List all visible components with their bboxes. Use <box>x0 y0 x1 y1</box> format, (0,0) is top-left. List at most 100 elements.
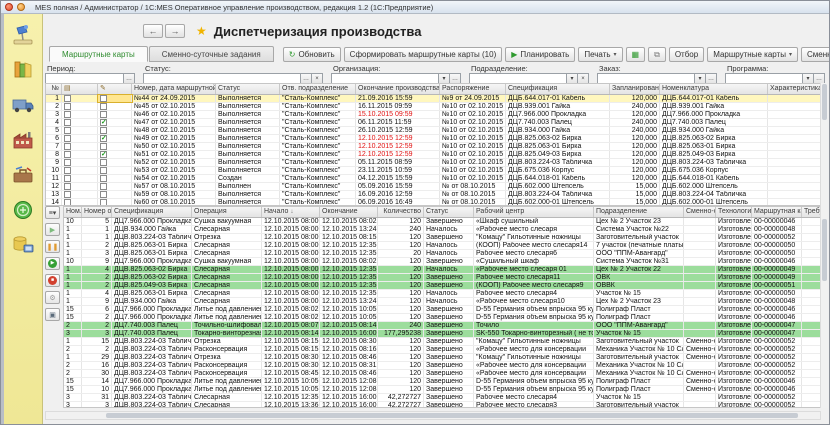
column-header[interactable]: Ном... <box>64 207 82 217</box>
table-cell[interactable] <box>98 175 132 182</box>
horizontal-scrollbar[interactable] <box>45 411 821 420</box>
table-cell[interactable] <box>98 103 132 110</box>
row-checkbox[interactable] <box>100 159 107 166</box>
scrollbar-thumb[interactable] <box>822 219 827 281</box>
ops-resume-button[interactable]: ▶ <box>45 257 60 270</box>
favorite-star-icon[interactable]: ★ <box>196 24 207 38</box>
row-checkbox[interactable] <box>100 183 107 190</box>
section-logistics-truck-icon[interactable] <box>10 94 36 116</box>
row-checkbox[interactable] <box>64 151 71 158</box>
route-cards-menu-button[interactable]: Маршрутные карты ▾ <box>707 47 798 62</box>
ops-pause-button[interactable]: ❚❚ <box>45 240 60 253</box>
column-header[interactable]: Статус <box>216 84 280 94</box>
row-checkbox[interactable] <box>64 127 71 134</box>
table-row[interactable]: 230ДЦВ.803.224-03 ТабличкаРасконсервация… <box>64 370 820 378</box>
section-finance-coin-icon[interactable] <box>10 199 36 221</box>
table-row[interactable]: 5№48 от 02.10.2015Выполняется"Сталь-Комп… <box>46 127 820 135</box>
column-header[interactable]: Требует ОТ <box>802 207 821 217</box>
table-row[interactable]: 12ДЦВ.825.049-03 БиркаСлесарная12.10.201… <box>64 282 820 290</box>
column-header[interactable]: Окончание производства <box>356 84 440 94</box>
table-row[interactable]: 6✓№49 от 02.10.2015Выполняется"Сталь-Ком… <box>46 135 820 143</box>
table-row[interactable]: 129ДЦВ.803.224-03 ТабличкаОтрезка12.10.2… <box>64 354 820 362</box>
row-checkbox[interactable] <box>64 191 71 198</box>
row-checkbox[interactable] <box>100 167 107 174</box>
section-toolbox-icon[interactable] <box>10 164 36 186</box>
scrollbar-thumb[interactable] <box>106 413 798 418</box>
row-checkbox[interactable]: ✓ <box>100 135 107 142</box>
table-row[interactable]: 3№46 от 02.10.2015Выполняется"Сталь-Комп… <box>46 111 820 119</box>
column-header[interactable]: Номенклатура <box>660 84 768 94</box>
table-row[interactable]: 11ДЦВ.803.224-03 ТабличкаОтрезка12.10.20… <box>64 234 820 242</box>
column-header[interactable]: Спецификация <box>506 84 610 94</box>
ops-list-settings-button[interactable]: ≡▾ <box>45 206 60 219</box>
column-header[interactable]: Сменно-сут... <box>684 207 716 217</box>
table-row[interactable]: 11ДЦВ.934.000 ГайкаСлесарная12.10.2015 0… <box>64 226 820 234</box>
table-row[interactable]: 1514ДЦ7.966.000 ПрокладкаЛитье под давле… <box>64 378 820 386</box>
row-checkbox[interactable] <box>64 167 71 174</box>
table-cell[interactable] <box>62 167 98 174</box>
section-documents-icon[interactable] <box>10 59 36 81</box>
row-checkbox[interactable]: ✓ <box>100 151 107 158</box>
table-row[interactable]: 2№45 от 02.10.2015Выполняется"Сталь-Комп… <box>46 103 820 111</box>
row-checkbox[interactable] <box>64 111 71 118</box>
table-cell[interactable] <box>62 183 98 190</box>
table-row[interactable]: 19ДЦВ.934.000 ГайкаСлесарная12.10.2015 0… <box>64 298 820 306</box>
row-checkbox[interactable] <box>100 191 107 198</box>
copy-button[interactable]: ⧉ <box>648 47 666 62</box>
table-row[interactable]: 11№54 от 02.10.2015Создан"Сталь-Комплекс… <box>46 175 820 183</box>
table-cell[interactable] <box>98 167 132 174</box>
table-cell[interactable] <box>98 191 132 198</box>
column-header[interactable]: Рабочий центр <box>474 207 594 217</box>
table-row[interactable]: 12ДЦВ.825.063-01 БиркаСлесарная12.10.201… <box>64 242 820 250</box>
refresh-button[interactable]: ↻ Обновить <box>283 47 341 62</box>
column-header[interactable]: Маршрутная ка... <box>752 207 802 217</box>
table-row[interactable]: 13№59 от 08.10.2015Выполняется"Сталь-Ком… <box>46 191 820 199</box>
row-checkbox[interactable] <box>64 175 71 182</box>
tab-shift-tasks[interactable]: Сменно-суточные задания <box>149 46 274 62</box>
table-cell[interactable] <box>62 199 98 206</box>
record-orange-button[interactable] <box>17 3 25 11</box>
table-cell[interactable] <box>62 119 98 126</box>
table-row[interactable]: 152ДЦ7.966.000 ПрокладкаЛитье под давлен… <box>64 314 820 322</box>
column-header[interactable]: Распоряжение <box>440 84 506 94</box>
back-button[interactable]: ← <box>143 24 163 38</box>
table-cell[interactable] <box>98 199 132 206</box>
table-row[interactable]: 109ДЦ7.966.000 ПрокладкаСушка вакуумная1… <box>64 258 820 266</box>
table-cell[interactable] <box>98 127 132 134</box>
ops-mark-button[interactable]: ▣ <box>45 308 60 321</box>
table-row[interactable]: 33ДЦВ.803.224-03 ТабличкаСлесарная12.10.… <box>64 402 820 408</box>
row-checkbox[interactable] <box>100 199 107 206</box>
table-row[interactable]: 105ДЦ7.966.000 ПрокладкаСушка вакуумная1… <box>64 218 820 226</box>
column-header[interactable]: Операция <box>192 207 262 217</box>
row-checkbox[interactable] <box>64 119 71 126</box>
export-button[interactable]: ▦ <box>626 47 646 62</box>
column-header[interactable]: Спецификация <box>112 207 192 217</box>
table-row[interactable]: 9№52 от 02.10.2015Выполняется"Сталь-Комп… <box>46 159 820 167</box>
table-cell[interactable] <box>62 135 98 142</box>
column-header-doc-icon[interactable]: ▤ <box>62 84 98 94</box>
table-row[interactable]: 1№44 от 24.09.2015Выполняется"Сталь-Комп… <box>46 95 820 103</box>
column-header[interactable]: Технологиче... <box>716 207 752 217</box>
table-cell[interactable] <box>62 175 98 182</box>
row-checkbox[interactable] <box>100 127 107 134</box>
row-checkbox[interactable] <box>64 159 71 166</box>
table-cell[interactable] <box>62 111 98 118</box>
column-header[interactable]: Подразделение <box>594 207 684 217</box>
table-cell[interactable] <box>62 159 98 166</box>
table-cell[interactable]: ✓ <box>98 135 132 142</box>
ops-start-button[interactable]: ▶ <box>45 223 60 236</box>
table-cell[interactable] <box>98 159 132 166</box>
table-cell[interactable] <box>62 103 98 110</box>
table-cell[interactable] <box>98 183 132 190</box>
section-database-icon[interactable] <box>10 234 36 256</box>
section-factory-icon[interactable] <box>10 129 36 151</box>
table-row[interactable]: 10№53 от 02.10.2015Выполняется"Сталь-Ком… <box>46 167 820 175</box>
table-row[interactable]: 216ДЦВ.803.224-03 ТабличкаРасконсервация… <box>64 362 820 370</box>
table-row[interactable]: 13ДЦВ.825.063-01 БиркаСлесарная12.10.201… <box>64 250 820 258</box>
filter-button[interactable]: Отбор <box>669 47 704 62</box>
column-header[interactable]: Отв. подразделение <box>280 84 356 94</box>
table-cell[interactable] <box>98 111 132 118</box>
column-header-pencil-icon[interactable]: ✎ <box>98 84 132 94</box>
ops-settings-gear-button[interactable]: ⚙ <box>45 291 60 304</box>
table-row[interactable]: 4✓№47 от 02.10.2015Выполняется"Сталь-Ком… <box>46 119 820 127</box>
